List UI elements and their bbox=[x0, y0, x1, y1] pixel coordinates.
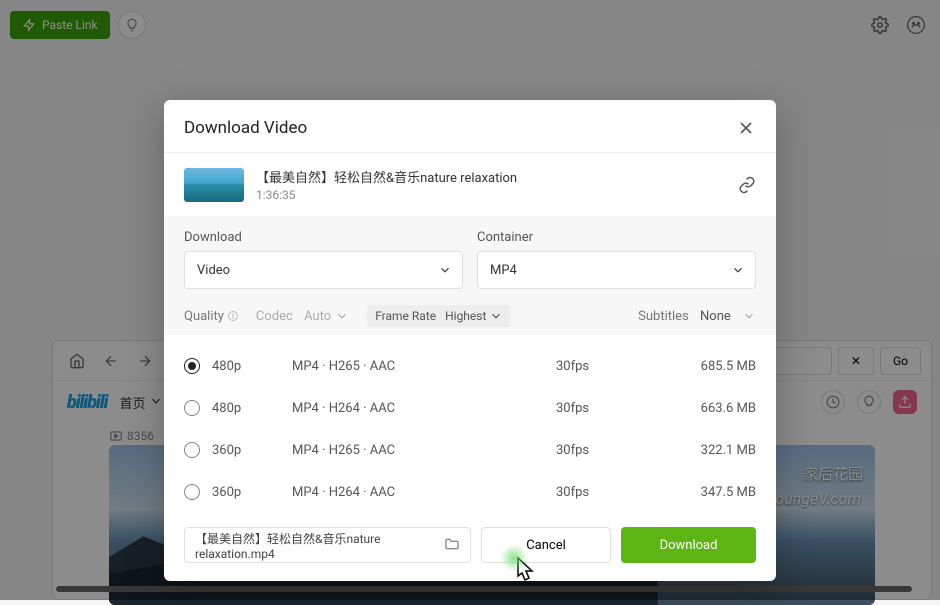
q-size: 685.5 MB bbox=[636, 359, 756, 374]
codec-select[interactable]: Codec Auto bbox=[256, 309, 349, 324]
radio-icon[interactable] bbox=[184, 442, 200, 458]
filename-field[interactable]: 【最美自然】轻松自然&音乐nature relaxation.mp4 bbox=[184, 527, 471, 563]
modal-title: Download Video bbox=[184, 118, 307, 138]
quality-row[interactable]: 480p MP4 · H265 · AAC 30fps 685.5 MB bbox=[184, 345, 756, 387]
download-select[interactable]: Video bbox=[184, 251, 463, 289]
link-icon[interactable] bbox=[738, 176, 756, 194]
quality-row[interactable]: 360p MP4 · H264 · AAC 30fps 347.5 MB bbox=[184, 471, 756, 513]
download-modal: Download Video 【最美自然】轻松自然&音乐nature relax… bbox=[164, 100, 776, 581]
radio-icon[interactable] bbox=[184, 400, 200, 416]
q-res: 360p bbox=[212, 443, 292, 458]
q-size: 663.6 MB bbox=[636, 401, 756, 416]
q-res: 480p bbox=[212, 401, 292, 416]
info-icon[interactable]: i bbox=[228, 311, 238, 321]
filename-text: 【最美自然】轻松自然&音乐nature relaxation.mp4 bbox=[195, 530, 436, 561]
video-thumb-sm bbox=[184, 168, 244, 202]
q-res: 360p bbox=[212, 485, 292, 500]
video-title: 【最美自然】轻松自然&音乐nature relaxation bbox=[256, 167, 726, 186]
q-fmt: MP4 · H264 · AAC bbox=[292, 485, 556, 500]
container-select[interactable]: MP4 bbox=[477, 251, 756, 289]
quality-row[interactable]: 360p MP4 · H265 · AAC 30fps 322.1 MB bbox=[184, 429, 756, 471]
radio-icon[interactable] bbox=[184, 358, 200, 374]
q-fmt: MP4 · H264 · AAC bbox=[292, 401, 556, 416]
q-fps: 30fps bbox=[556, 401, 636, 416]
subtitles-select[interactable]: Subtitles None bbox=[638, 309, 756, 324]
download-label: Download bbox=[184, 230, 463, 245]
folder-icon[interactable] bbox=[444, 536, 460, 555]
q-fps: 30fps bbox=[556, 485, 636, 500]
download-button[interactable]: Download bbox=[621, 527, 756, 563]
close-icon[interactable] bbox=[736, 118, 756, 138]
q-res: 480p bbox=[212, 359, 292, 374]
q-fps: 30fps bbox=[556, 443, 636, 458]
quality-row[interactable]: 480p MP4 · H264 · AAC 30fps 663.6 MB bbox=[184, 387, 756, 429]
framerate-select[interactable]: Frame Rate Highest bbox=[367, 305, 511, 327]
q-size: 347.5 MB bbox=[636, 485, 756, 500]
q-fmt: MP4 · H265 · AAC bbox=[292, 443, 556, 458]
cancel-button[interactable]: Cancel bbox=[481, 527, 611, 563]
container-label: Container bbox=[477, 230, 756, 245]
q-size: 322.1 MB bbox=[636, 443, 756, 458]
quality-header: Qualityi bbox=[184, 309, 238, 324]
q-fmt: MP4 · H265 · AAC bbox=[292, 359, 556, 374]
q-fps: 30fps bbox=[556, 359, 636, 374]
radio-icon[interactable] bbox=[184, 484, 200, 500]
video-duration: 1:36:35 bbox=[256, 188, 726, 202]
